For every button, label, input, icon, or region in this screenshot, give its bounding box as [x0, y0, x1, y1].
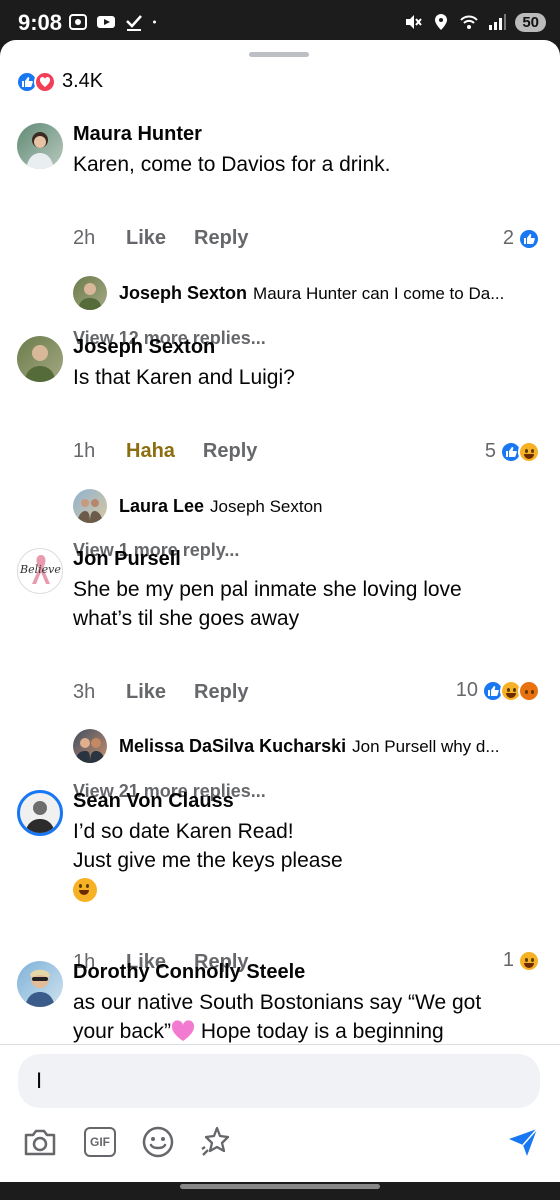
comment-text: Is that Karen and Luigi?	[73, 366, 295, 389]
sticker-icon[interactable]	[198, 1124, 234, 1160]
reply-button[interactable]: Reply	[194, 681, 248, 704]
comment-time[interactable]: 2h	[73, 227, 126, 250]
status-time: 9:08	[18, 10, 63, 35]
comment-text: I’d so date Karen Read! Just give me the…	[73, 817, 543, 910]
youtube-icon	[97, 16, 115, 28]
reply-avatar[interactable]	[73, 729, 107, 763]
battery-indicator: 50	[515, 12, 546, 32]
signal-icon	[489, 14, 507, 30]
reply-author: Melissa DaSilva Kucharski	[119, 736, 347, 756]
composer-toolbar: GIF	[0, 1116, 560, 1166]
comment-author[interactable]: Joseph Sexton	[73, 336, 215, 359]
avatar[interactable]	[17, 123, 63, 169]
comment-actions: 1h Haha Reply	[73, 440, 285, 463]
status-right-icons: 50	[403, 12, 546, 32]
pink-heart-icon	[171, 1020, 195, 1041]
comment-author[interactable]: Sean Von Clauss	[73, 790, 234, 813]
avatar[interactable]	[17, 336, 63, 382]
screenshot-icon	[69, 14, 87, 30]
emoji-icon[interactable]	[140, 1124, 176, 1160]
wifi-icon	[460, 15, 479, 29]
reply-avatar[interactable]	[73, 276, 107, 310]
comment-text-line: your back” Hope today is a beginning	[73, 1020, 444, 1043]
mute-icon	[406, 15, 423, 29]
like-reaction-icon	[518, 227, 540, 250]
comment-text-line: as our native South Bostonians say “We g…	[73, 991, 482, 1014]
comment-text-line: I’d so date Karen Read!	[73, 820, 294, 843]
comment-reaction-count[interactable]: 5	[485, 440, 540, 463]
avatar[interactable]	[17, 961, 63, 1007]
laughing-emoji-icon	[73, 878, 543, 910]
comment-time[interactable]: 1h	[73, 440, 126, 463]
location-icon	[435, 14, 448, 30]
system-nav-bar	[0, 1182, 560, 1200]
avatar[interactable]	[17, 790, 63, 836]
comment-text-line: Just give me the keys please	[73, 849, 343, 872]
reply-text: Maura Hunter can I come to Da...	[253, 284, 505, 303]
reply-preview[interactable]: Melissa DaSilva Kucharski Jon Pursell why…	[119, 736, 539, 757]
composer-divider	[0, 1044, 560, 1045]
comment-reaction-count[interactable]: 10	[456, 679, 540, 702]
reply-author: Laura Lee	[119, 496, 205, 516]
status-left-icons	[68, 12, 162, 32]
avatar[interactable]: Believe	[17, 548, 63, 594]
reply-text: Joseph Sexton	[210, 497, 323, 516]
gif-icon[interactable]: GIF	[82, 1124, 118, 1160]
reply-button[interactable]: Reply	[203, 440, 257, 463]
sheet-drag-handle[interactable]	[249, 52, 309, 57]
status-bar: 9:08 50	[0, 0, 560, 44]
reply-text: Jon Pursell why d...	[352, 737, 500, 756]
like-button[interactable]: Like	[126, 681, 166, 704]
haha-reaction-icon	[518, 440, 540, 463]
comment-reaction-count[interactable]: 2	[503, 227, 540, 250]
love-reaction-icon	[34, 70, 56, 93]
reply-preview[interactable]: Laura Lee Joseph Sexton	[119, 496, 539, 517]
comment-input[interactable]	[18, 1054, 540, 1108]
haha-reaction-button[interactable]: Haha	[126, 440, 175, 463]
checkmark-icon	[126, 15, 142, 31]
comment-actions: 2h Like Reply	[73, 227, 277, 250]
comment-author[interactable]: Dorothy Connolly Steele	[73, 961, 305, 984]
haha-reaction-icon	[518, 949, 540, 972]
comment-text: Karen, come to Davios for a drink.	[73, 153, 391, 176]
send-icon[interactable]	[505, 1124, 541, 1160]
comment-time[interactable]: 3h	[73, 681, 126, 704]
comment-author[interactable]: Jon Pursell	[73, 548, 181, 571]
reactions-count: 3.4K	[62, 70, 104, 92]
camera-icon[interactable]	[22, 1124, 58, 1160]
angry-reaction-icon	[518, 679, 540, 702]
comments-sheet: 3.4K Maura Hunter Karen, come to Davios …	[0, 40, 560, 1182]
comment-text: as our native South Bostonians say “We g…	[73, 988, 543, 1046]
reply-button[interactable]: Reply	[194, 227, 248, 250]
avatar-text: Believe	[20, 563, 61, 576]
reply-preview[interactable]: Joseph Sexton Maura Hunter can I come to …	[119, 283, 539, 304]
post-reactions-summary[interactable]: 3.4K	[16, 70, 103, 93]
reply-author: Joseph Sexton	[119, 283, 248, 303]
comment-author[interactable]: Maura Hunter	[73, 123, 202, 146]
reply-avatar[interactable]	[73, 489, 107, 523]
dot-icon	[153, 20, 156, 24]
home-gesture-handle[interactable]	[180, 1184, 380, 1189]
comment-text: She be my pen pal inmate she loving love…	[73, 578, 462, 630]
comment-actions: 3h Like Reply	[73, 681, 277, 704]
like-button[interactable]: Like	[126, 227, 166, 250]
comment-reaction-count[interactable]: 1	[503, 949, 540, 972]
